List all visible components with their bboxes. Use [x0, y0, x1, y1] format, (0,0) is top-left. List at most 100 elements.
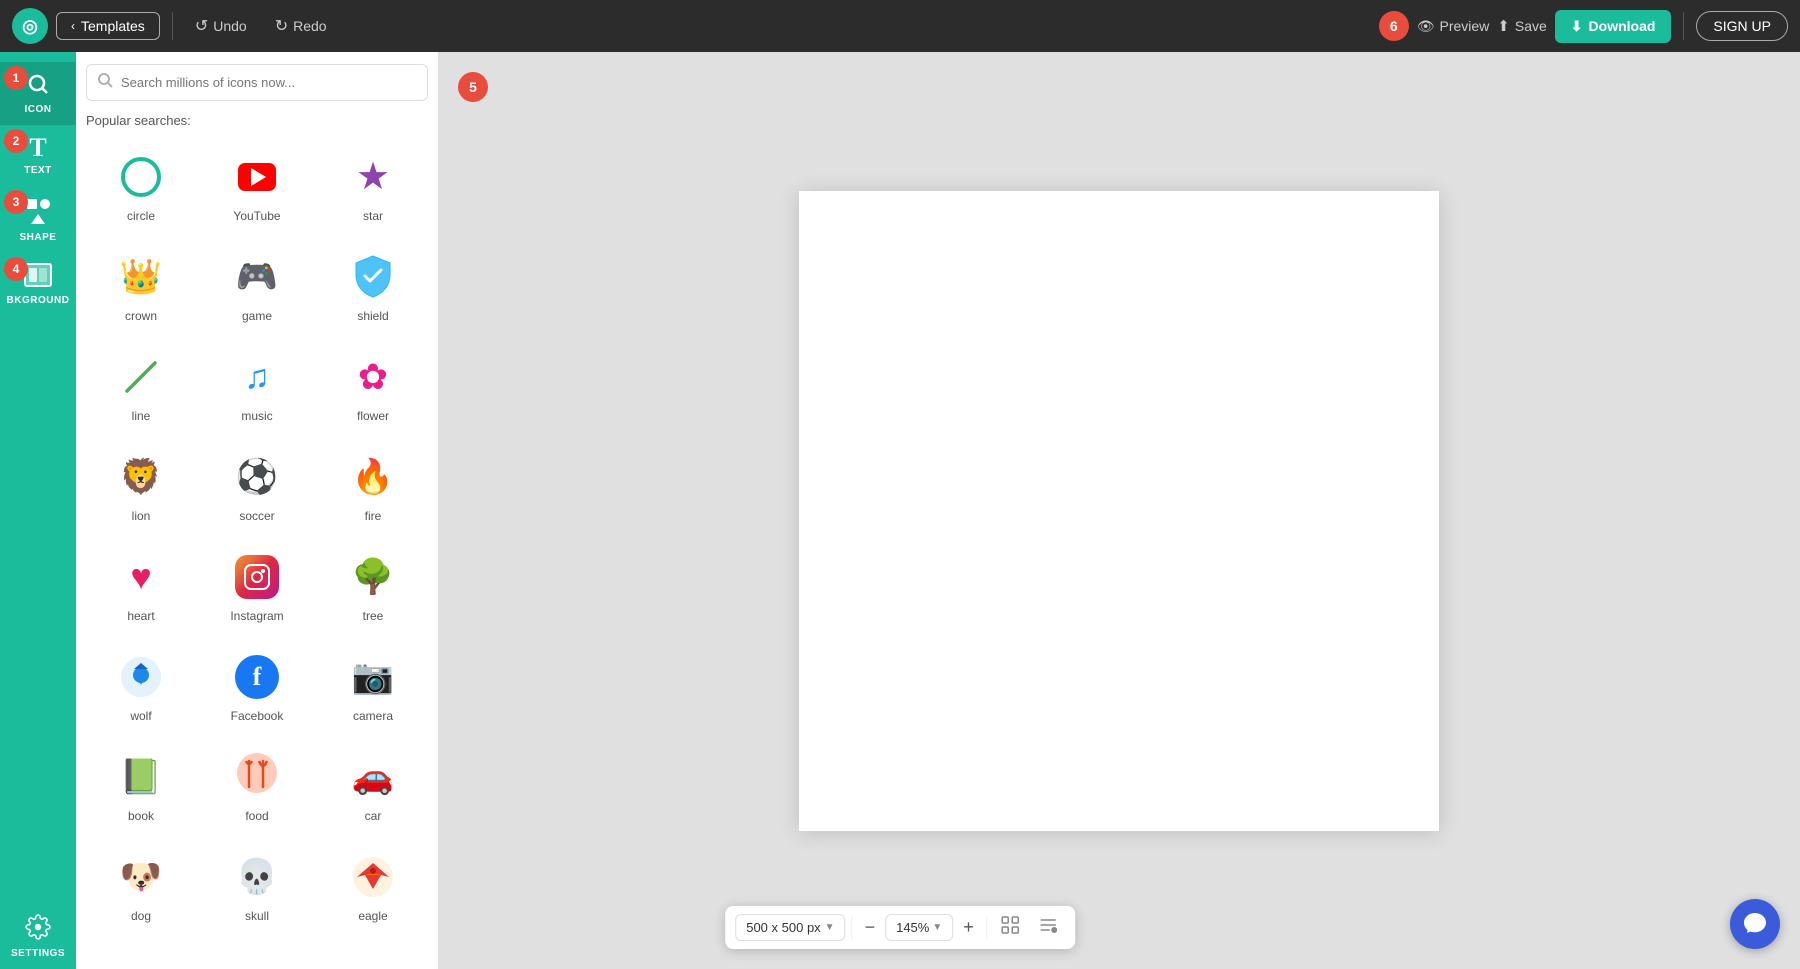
- icon-name-game: game: [242, 309, 272, 323]
- icon-item-book[interactable]: 📗 book: [86, 738, 196, 832]
- search-input[interactable]: [121, 75, 417, 90]
- icon-name-line: line: [132, 409, 151, 423]
- canvas-white-board[interactable]: [799, 191, 1439, 831]
- undo-button[interactable]: ↺ Undo: [185, 11, 257, 41]
- tool-badge-4: 4: [4, 257, 28, 281]
- save-button[interactable]: ⬆ Save: [1497, 17, 1547, 35]
- tool-sidebar: 1 ICON 2 T TEXT 3 SHAPE: [0, 52, 76, 969]
- redo-button[interactable]: ↻ Redo: [265, 11, 337, 41]
- icon-item-eagle[interactable]: eagle: [318, 838, 428, 932]
- icon-item-dog[interactable]: 🐶 dog: [86, 838, 196, 932]
- tool-shape[interactable]: 3 SHAPE: [0, 186, 76, 253]
- navbar-divider-1: [172, 12, 173, 40]
- tool-badge-2: 2: [4, 129, 28, 153]
- icon-name-star: star: [363, 209, 383, 223]
- templates-label: Templates: [81, 18, 145, 34]
- tool-text[interactable]: 2 T TEXT: [0, 125, 76, 186]
- signup-button[interactable]: SIGN UP: [1696, 11, 1788, 41]
- zoom-out-button[interactable]: −: [859, 915, 882, 940]
- icon-grid: circle YouTube ★ star: [86, 138, 428, 932]
- templates-button[interactable]: ‹ Templates: [56, 12, 160, 40]
- shape-tool-icon: [24, 196, 52, 228]
- icon-item-star[interactable]: ★ star: [318, 138, 428, 232]
- download-icon: ⬇: [1571, 18, 1583, 35]
- popular-searches-label: Popular searches:: [86, 113, 428, 128]
- size-caret-icon: ▼: [825, 922, 835, 933]
- icon-item-youtube[interactable]: YouTube: [202, 138, 312, 232]
- icon-name-instagram: Instagram: [230, 609, 283, 623]
- skull-visual: 💀: [231, 851, 283, 903]
- icon-name-flower: flower: [357, 409, 389, 423]
- fire-visual: 🔥: [347, 451, 399, 503]
- instagram-visual: [231, 551, 283, 603]
- tree-visual: 🌳: [347, 551, 399, 603]
- icon-item-crown[interactable]: 👑 crown: [86, 238, 196, 332]
- soccer-visual: ⚽: [231, 451, 283, 503]
- text-tool-icon: T: [29, 135, 46, 161]
- grid-button[interactable]: [993, 912, 1027, 943]
- redo-label: Redo: [293, 18, 326, 34]
- download-button[interactable]: ⬇ Download: [1555, 10, 1672, 43]
- icon-name-facebook: Facebook: [231, 709, 284, 723]
- save-label: Save: [1515, 18, 1547, 34]
- icon-item-fire[interactable]: 🔥 fire: [318, 438, 428, 532]
- tool-badge-3: 3: [4, 190, 28, 214]
- icon-name-wolf: wolf: [130, 709, 151, 723]
- background-tool-icon: [24, 263, 52, 291]
- bottom-toolbar: 500 x 500 px ▼ − 145% ▼ +: [725, 906, 1075, 949]
- icon-item-camera[interactable]: 📷 camera: [318, 638, 428, 732]
- icon-item-flower[interactable]: ✿ flower: [318, 338, 428, 432]
- icon-item-circle[interactable]: circle: [86, 138, 196, 232]
- icon-item-game[interactable]: 🎮 game: [202, 238, 312, 332]
- toolbar-divider-2: [986, 916, 987, 940]
- icon-item-instagram[interactable]: Instagram: [202, 538, 312, 632]
- icon-name-dog: dog: [131, 909, 151, 923]
- zoom-value[interactable]: 145% ▼: [885, 914, 953, 941]
- chat-widget[interactable]: [1730, 899, 1780, 949]
- icon-panel: Popular searches: circle: [76, 52, 438, 969]
- icon-item-tree[interactable]: 🌳 tree: [318, 538, 428, 632]
- icon-item-shield[interactable]: shield: [318, 238, 428, 332]
- tool-background[interactable]: 4 BKGROUND: [0, 253, 76, 316]
- flower-visual: ✿: [347, 351, 399, 403]
- icon-item-line[interactable]: line: [86, 338, 196, 432]
- canvas-area: 5: [438, 52, 1800, 969]
- icon-item-facebook[interactable]: f Facebook: [202, 638, 312, 732]
- icon-name-crown: crown: [125, 309, 157, 323]
- icon-tool-icon: [26, 72, 50, 100]
- preview-label: Preview: [1440, 18, 1490, 34]
- icon-item-food[interactable]: food: [202, 738, 312, 832]
- wolf-visual: [115, 651, 167, 703]
- icon-item-heart[interactable]: ♥ heart: [86, 538, 196, 632]
- redo-icon: ↻: [275, 16, 288, 36]
- toolbar-divider-1: [852, 916, 853, 940]
- icon-name-soccer: soccer: [239, 509, 274, 523]
- icon-name-book: book: [128, 809, 154, 823]
- shield-visual: [347, 251, 399, 303]
- book-visual: 📗: [115, 751, 167, 803]
- tool-icon[interactable]: 1 ICON: [0, 62, 76, 125]
- undo-label: Undo: [213, 18, 246, 34]
- undo-icon: ↺: [195, 16, 208, 36]
- navbar: ◎ ‹ Templates ↺ Undo ↻ Redo 6 👁 Preview …: [0, 0, 1800, 52]
- icon-name-circle: circle: [127, 209, 155, 223]
- icon-item-skull[interactable]: 💀 skull: [202, 838, 312, 932]
- icon-item-lion[interactable]: 🦁 lion: [86, 438, 196, 532]
- food-visual: [231, 751, 283, 803]
- icon-item-music[interactable]: ♫ music: [202, 338, 312, 432]
- icon-name-youtube: YouTube: [233, 209, 280, 223]
- zoom-in-button[interactable]: +: [957, 915, 980, 940]
- icon-name-skull: skull: [245, 909, 269, 923]
- signup-label: SIGN UP: [1713, 18, 1771, 34]
- youtube-visual: [231, 151, 283, 203]
- icon-item-wolf[interactable]: wolf: [86, 638, 196, 732]
- align-button[interactable]: [1031, 912, 1065, 943]
- icon-item-soccer[interactable]: ⚽ soccer: [202, 438, 312, 532]
- tool-settings[interactable]: SETTINGS: [0, 904, 76, 969]
- tool-shape-label: SHAPE: [20, 232, 57, 243]
- back-arrow-icon: ‹: [71, 19, 75, 33]
- icon-item-car[interactable]: 🚗 car: [318, 738, 428, 832]
- main-layout: 1 ICON 2 T TEXT 3 SHAPE: [0, 52, 1800, 969]
- preview-button[interactable]: 👁 Preview: [1417, 18, 1490, 35]
- size-selector[interactable]: 500 x 500 px ▼: [735, 914, 845, 941]
